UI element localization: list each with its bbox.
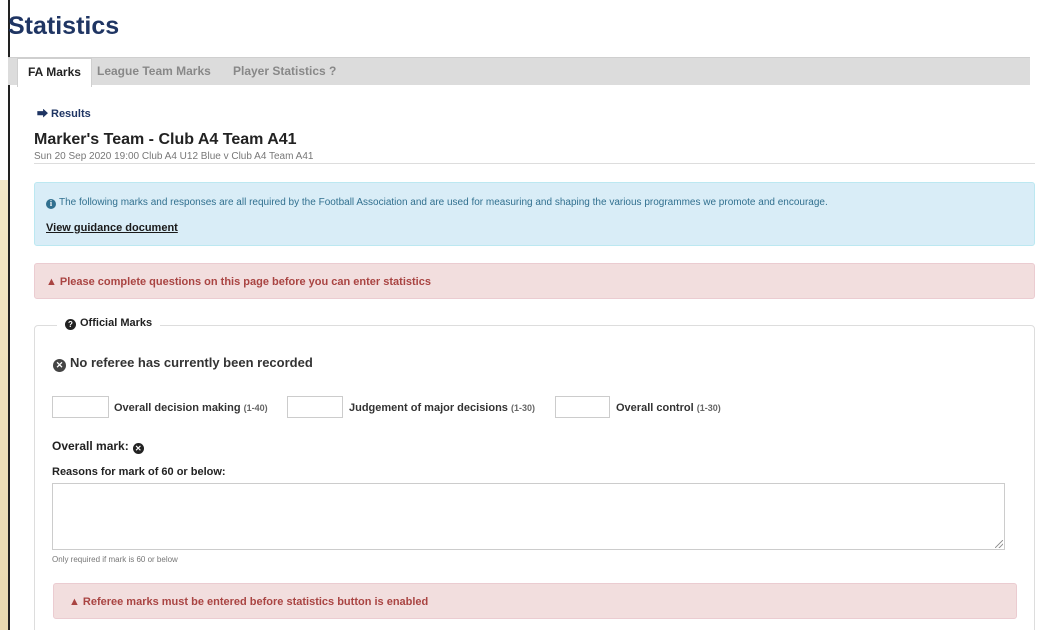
question-circle-icon: ? (65, 319, 76, 330)
tab-league-team-marks[interactable]: League Team Marks (87, 58, 221, 86)
left-decoration (0, 180, 8, 630)
times-circle-icon: ✕ (132, 443, 144, 454)
overall-decision-making-input[interactable] (52, 396, 109, 418)
official-marks-legend: ? Official Marks (57, 317, 161, 330)
field-range: (1-30) (510, 403, 535, 413)
results-link-label: Results (51, 108, 91, 120)
match-title: Marker's Team - Club A4 Team A41 (34, 131, 297, 148)
info-circle-icon: i (46, 199, 56, 209)
reasons-label: Reasons for mark of 60 or below: (52, 466, 226, 478)
field-label: Overall control (616, 402, 694, 414)
alert-text: Referee marks must be entered before sta… (82, 596, 429, 608)
alert-message: ▲ Referee marks must be entered before st… (69, 596, 428, 608)
view-guidance-link[interactable]: View guidance document (46, 222, 178, 234)
alert-referee-marks: ▲ Referee marks must be entered before st… (53, 583, 1017, 619)
results-link[interactable]: ⮕ Results (37, 105, 91, 121)
match-subtitle: Sun 20 Sep 2020 19:00 Club A4 U12 Blue v… (34, 151, 314, 162)
warning-icon: ▲ (46, 276, 57, 288)
overall-control-label: Overall control (1-30) (616, 402, 721, 414)
resize-grip-icon[interactable] (995, 540, 1003, 548)
page-title: Statistics (8, 12, 120, 40)
help-text: Only required if mark is 60 or below (52, 555, 178, 564)
field-label: Overall decision making (114, 402, 241, 414)
reasons-textarea[interactable] (52, 483, 1005, 550)
alert-message: ▲ Please complete questions on this page … (46, 276, 431, 288)
field-range: (1-30) (696, 403, 721, 413)
judgement-major-decisions-input[interactable] (287, 396, 343, 418)
info-message: i The following marks and responses are a… (46, 197, 828, 209)
alert-text: Please complete questions on this page b… (59, 276, 431, 288)
field-range: (1-40) (243, 403, 268, 413)
judgement-major-decisions-label: Judgement of major decisions (1-30) (349, 402, 535, 414)
tab-player-statistics[interactable]: Player Statistics ? (223, 58, 346, 86)
times-circle-icon: ✕ (53, 359, 66, 372)
tab-fa-marks[interactable]: FA Marks (17, 58, 92, 87)
legend-text: Official Marks (80, 317, 153, 329)
overall-mark-label: Overall mark: (52, 439, 129, 453)
field-label: Judgement of major decisions (349, 402, 508, 414)
arrow-right-icon: ⮕ (37, 108, 48, 120)
overall-decision-making-label: Overall decision making (1-40) (114, 402, 268, 414)
tab-bar: FA Marks League Team Marks Player Statis… (8, 57, 1030, 87)
no-referee-text: No referee has currently been recorded (70, 355, 313, 370)
overall-mark: Overall mark: ✕ (52, 439, 148, 454)
info-alert: i The following marks and responses are a… (34, 182, 1035, 246)
overall-control-input[interactable] (555, 396, 610, 418)
warning-icon: ▲ (69, 596, 80, 608)
no-referee-message: ✕ No referee has currently been recorded (53, 355, 313, 372)
divider (34, 163, 1035, 164)
alert-complete-questions: ▲ Please complete questions on this page … (34, 263, 1035, 299)
info-text: The following marks and responses are al… (59, 197, 828, 208)
